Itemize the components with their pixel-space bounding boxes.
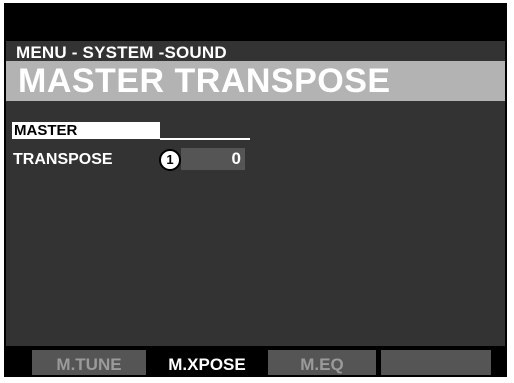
section-divider <box>160 138 250 140</box>
section-header-master: MASTER <box>12 122 160 139</box>
tab-label: M.TUNE <box>56 355 122 374</box>
display-screen: MENU - SYSTEM -SOUND MASTER TRANSPOSE MA… <box>4 3 507 377</box>
callout-number-icon: 1 <box>159 149 181 171</box>
transpose-label: TRANSPOSE <box>13 151 113 168</box>
top-bar <box>6 5 505 41</box>
breadcrumb: MENU - SYSTEM -SOUND <box>16 43 227 62</box>
page-title: MASTER TRANSPOSE <box>18 62 391 100</box>
tab-m-eq[interactable]: M.EQ <box>268 350 376 375</box>
tab-label: M.EQ <box>300 355 344 374</box>
tab-m-xpose[interactable]: M.XPOSE <box>151 350 263 375</box>
transpose-value-field[interactable]: 0 <box>181 148 245 170</box>
tab-label: M.XPOSE <box>168 355 246 375</box>
tab-m-tune[interactable]: M.TUNE <box>32 350 146 375</box>
tab-empty-slot <box>381 350 491 375</box>
